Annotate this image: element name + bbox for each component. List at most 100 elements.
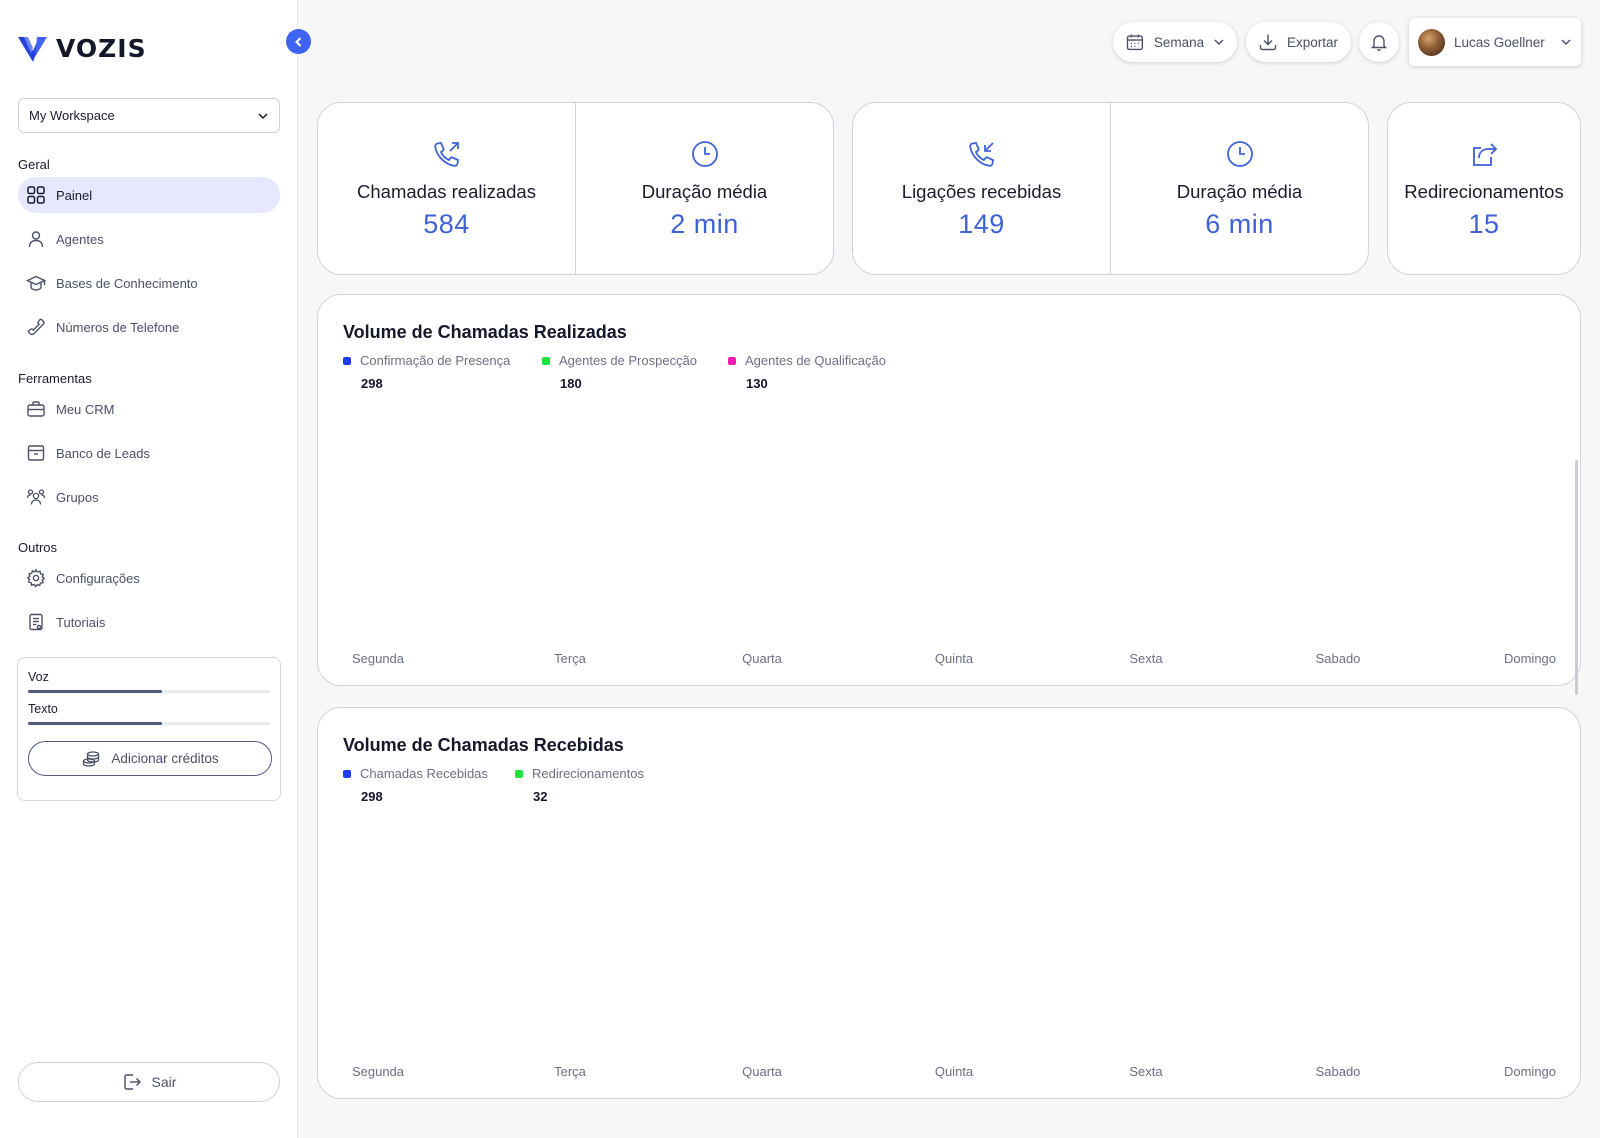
chevron-down-icon [1561, 39, 1571, 46]
logout-icon [123, 1074, 141, 1090]
x-tick-label: Quarta [742, 1064, 782, 1079]
period-select[interactable]: Semana [1113, 22, 1237, 62]
chart-legend: Confirmação de Presença 298 Agentes de P… [343, 353, 936, 391]
stat-chamadas-realizadas: Chamadas realizadas 584 [318, 103, 575, 274]
section-geral: Geral [18, 157, 50, 172]
chevron-down-icon [258, 112, 268, 119]
legend-item[interactable]: Redirecionamentos 32 [515, 766, 675, 804]
legend-swatch [343, 356, 351, 365]
logout-button[interactable]: Sair [18, 1062, 280, 1102]
bell-icon [1370, 35, 1388, 52]
legend-label: Chamadas Recebidas [360, 766, 488, 781]
document-icon [26, 612, 46, 632]
legend-value: 32 [533, 789, 548, 804]
x-tick-label: Segunda [351, 1064, 405, 1079]
collapse-sidebar-button[interactable] [286, 29, 311, 54]
workspace-select[interactable]: My Workspace [18, 98, 280, 133]
incoming-stats-card: Ligações recebidas 149 Duração média 6 m… [852, 102, 1369, 275]
legend-item[interactable]: Confirmação de Presença 298 [343, 353, 524, 391]
legend-value: 130 [746, 376, 768, 391]
sidebar-item-grupos[interactable]: Grupos [18, 479, 280, 515]
stat-redirecionamentos: Redirecionamentos 15 [1388, 103, 1580, 274]
workspace-label: My Workspace [29, 108, 115, 123]
x-tick-label: Terça [554, 1064, 586, 1079]
sidebar-item-label: Tutoriais [56, 614, 106, 630]
legend-label: Agentes de Prospecção [559, 353, 698, 368]
legend-value: 298 [361, 376, 383, 391]
sidebar-item-banco-de-leads[interactable]: Banco de Leads [18, 435, 280, 471]
sidebar-item-bases-de-conhecimento[interactable]: Bases de Conhecimento [18, 265, 280, 301]
users-icon [26, 487, 46, 507]
phone-outgoing-icon [433, 142, 459, 167]
x-tick-label: Quinta [934, 651, 974, 666]
stat-value: 6 min [1205, 209, 1274, 239]
stat-title: Chamadas realizadas [357, 181, 536, 202]
sidebar-item-tutoriais[interactable]: Tutoriais [18, 604, 280, 640]
sidebar-item-agentes[interactable]: Agentes [18, 221, 280, 257]
chart-title: Volume de Chamadas Realizadas [343, 322, 627, 342]
scrollbar[interactable] [1575, 460, 1578, 695]
notifications-button[interactable] [1359, 22, 1399, 62]
credits-voice-fill [28, 690, 163, 693]
export-label: Exportar [1287, 34, 1339, 50]
x-tick-label: Domingo [1503, 1064, 1557, 1079]
user-menu[interactable]: Lucas Goellner [1409, 18, 1581, 66]
sidebar-item-configuracoes[interactable]: Configurações [18, 560, 280, 596]
clock-icon [691, 141, 718, 167]
sidebar-item-numeros-de-telefone[interactable]: Números de Telefone [18, 309, 280, 345]
clock-icon [1226, 141, 1253, 167]
legend-swatch [542, 356, 550, 365]
sidebar-item-label: Painel [56, 187, 93, 203]
sidebar-item-label: Agentes [56, 231, 104, 247]
x-tick-label: Sexta [1129, 651, 1163, 666]
outgoing-stats-card: Chamadas realizadas 584 Duração média 2 … [317, 102, 834, 275]
legend-item[interactable]: Agentes de Prospecção 180 [542, 353, 710, 391]
x-tick-label: Segunda [351, 651, 405, 666]
stat-value: 15 [1468, 209, 1500, 239]
coins-icon [83, 750, 100, 767]
grid-icon [26, 185, 46, 205]
chevron-left-icon [294, 36, 301, 47]
credits-voice-bar [28, 690, 270, 693]
x-axis: Segunda Terça Quarta Quinta Sexta Sabado Domin… [318, 1064, 1582, 1080]
stat-value: 149 [958, 209, 1005, 239]
sidebar-item-label: Banco de Leads [56, 445, 150, 461]
legend-value: 180 [560, 376, 582, 391]
credits-text-bar [28, 722, 270, 725]
x-tick-label: Sexta [1129, 1064, 1163, 1079]
graduation-cap-icon [26, 273, 46, 293]
stat-title: Redirecionamentos [1404, 181, 1564, 202]
x-tick-label: Sabado [1315, 651, 1361, 666]
section-ferramentas: Ferramentas [18, 371, 92, 386]
sidebar-item-label: Números de Telefone [56, 319, 180, 335]
export-button[interactable]: Exportar [1246, 22, 1351, 62]
chevron-down-icon [1214, 39, 1224, 46]
stat-title: Duração média [641, 181, 768, 202]
stat-title: Ligações recebidas [901, 181, 1062, 202]
phone-incoming-icon [968, 142, 994, 167]
stat-duracao-media-realizadas: Duração média 2 min [575, 103, 833, 274]
stat-ligacoes-recebidas: Ligações recebidas 149 [853, 103, 1110, 274]
x-axis: Segunda Terça Quarta Quinta Sexta Sabado Domin… [318, 651, 1582, 667]
briefcase-icon [26, 399, 46, 419]
vozis-logo-icon [18, 36, 47, 62]
legend-label: Confirmação de Presença [360, 353, 511, 368]
sidebar-item-label: Configurações [56, 570, 140, 586]
x-tick-label: Quinta [934, 1064, 974, 1079]
stat-value: 2 min [670, 209, 739, 239]
user-name: Lucas Goellner [1454, 34, 1545, 50]
period-label: Semana [1153, 34, 1205, 50]
sidebar-item-meu-crm[interactable]: Meu CRM [18, 391, 280, 427]
legend-item[interactable]: Agentes de Qualificação 130 [728, 353, 918, 391]
sidebar-item-label: Meu CRM [56, 401, 115, 417]
credits-panel: Voz Texto Adicionar créditos [17, 657, 281, 801]
chart-title: Volume de Chamadas Recebidas [343, 735, 624, 755]
add-credits-button[interactable]: Adicionar créditos [28, 741, 272, 776]
sidebar-item-painel[interactable]: Painel [18, 177, 280, 213]
legend-item[interactable]: Chamadas Recebidas 298 [343, 766, 497, 804]
logo[interactable]: VOZIS [18, 34, 147, 63]
brand-name: VOZIS [56, 34, 147, 63]
logout-label: Sair [151, 1074, 177, 1090]
x-tick-label: Terça [554, 651, 586, 666]
legend-value: 298 [361, 789, 383, 804]
